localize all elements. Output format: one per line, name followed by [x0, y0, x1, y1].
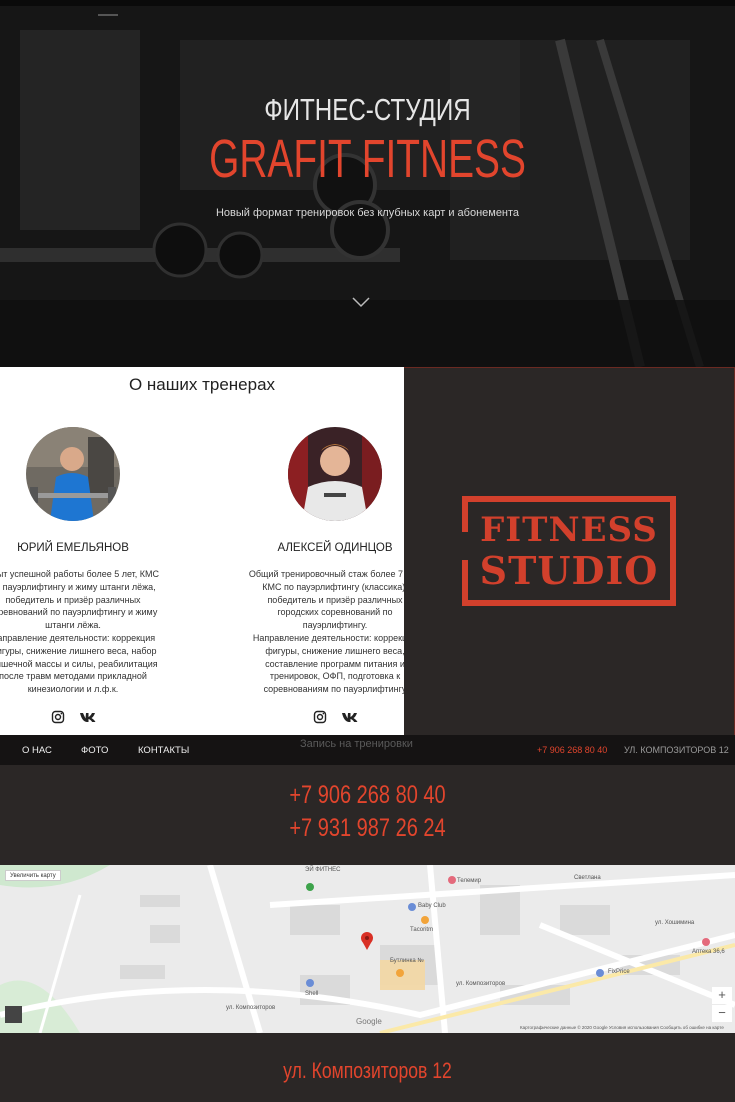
- bio-line: соревнованиям по пауэрлифтингу: [263, 684, 404, 695]
- trainer-card: АЛЕКСЕЙ ОДИНЦОВ Общий тренировочный стаж…: [210, 367, 404, 735]
- logo-line-1: FITNESS: [480, 510, 658, 550]
- hero-top-bar: [0, 0, 735, 6]
- trainer-social-links: [311, 709, 371, 724]
- map-embed[interactable]: Увеличить карту ЭЙ ФИТНЕС Телемир Baby C…: [0, 865, 735, 1033]
- map-label: Аптека 36,6: [692, 949, 725, 955]
- trainer-card: ЮРИЙ ЕМЕЛЬЯНОВ опыт успешной работы боле…: [0, 367, 198, 735]
- trainer-social-links: [49, 709, 109, 724]
- hero-subtitle: ФИТНЕС-СТУДИЯ: [264, 92, 471, 127]
- footer-address: ул. Композиторов 12: [283, 1058, 452, 1083]
- bio-line: по пауэрлифтингу и жиму штанги лёжа,: [0, 581, 156, 592]
- hero-tagline: Новый формат тренировок без клубных карт…: [215, 207, 520, 219]
- bio-line: пауэрлифтингу.: [302, 620, 368, 631]
- avatar: [26, 427, 120, 521]
- trainer-name: ЮРИЙ ЕМЕЛЬЯНОВ: [17, 542, 129, 554]
- nav-phone-link[interactable]: +7 906 268 80 40: [537, 745, 607, 755]
- bio-line: штанги лёжа.: [45, 620, 101, 631]
- nav-item-contacts[interactable]: КОНТАКТЫ: [138, 745, 189, 756]
- map-label: ЭЙ ФИТНЕС: [305, 867, 341, 873]
- map-label: ул. Композиторов: [456, 981, 506, 987]
- phone-link-2[interactable]: +7 931 987 26 24: [74, 814, 662, 843]
- map-label: Shell: [305, 991, 319, 997]
- bio-line: тренировок, ОФП, подготовка к: [269, 671, 401, 682]
- bio-line: после травм методами прикладной: [0, 671, 147, 682]
- bio-line: Направление деятельности: коррекция: [0, 632, 156, 643]
- bio-line: победитель и призёр различных: [267, 594, 403, 605]
- bio-line: КМС по пауэрлифтингу (классика),: [262, 581, 404, 592]
- footer: ул. Композиторов 12: [0, 1033, 735, 1102]
- trainer-bio: опыт успешной работы более 5 лет, КМС по…: [0, 568, 198, 696]
- map-label: Телемир: [457, 878, 482, 884]
- trainer-photo: [288, 427, 382, 521]
- hero-title: GRAFIT FITNESS: [209, 129, 526, 189]
- instagram-icon[interactable]: [313, 709, 327, 724]
- bio-line: Направление деятельности: коррекция: [252, 632, 404, 643]
- trainer-name: АЛЕКСЕЙ ОДИНЦОВ: [277, 542, 393, 554]
- chevron-down-icon[interactable]: [351, 295, 371, 309]
- bio-line: фигуры, снижение лишнего веса,: [265, 645, 404, 656]
- bio-line: соревнований по пауэрлифтингу и жиму: [0, 607, 158, 618]
- phone-link-1[interactable]: +7 906 268 80 40: [74, 781, 662, 810]
- vk-icon[interactable]: [79, 709, 97, 723]
- trainers-section: О наших тренерах ЮРИЙ ЕМЕЛЬЯНОВ опыт усп…: [0, 367, 404, 735]
- nav-item-photo[interactable]: ФОТО: [81, 745, 108, 756]
- map-tiles[interactable]: [0, 865, 735, 1033]
- bio-line: опыт успешной работы более 5 лет, КМС: [0, 569, 160, 579]
- bio-line: кинезиологии и л.ф.к.: [27, 684, 119, 695]
- bio-line: мышечной массы и силы, реабилитация: [0, 658, 158, 669]
- zoom-in-button[interactable]: +: [712, 987, 732, 1004]
- trainer-bio: Общий тренировочный стаж более 7 лет, КМ…: [210, 568, 404, 696]
- map-label: FixPrice: [608, 969, 630, 975]
- map-label: Таcoritm: [410, 927, 434, 933]
- zoom-out-button[interactable]: −: [712, 1005, 732, 1022]
- map-label: Baby Club: [418, 903, 446, 909]
- map-label: Бутлинка №: [390, 958, 424, 964]
- bio-line: городских соревнований по: [277, 607, 393, 618]
- nav-address: УЛ. КОМПОЗИТОРОВ 12: [624, 745, 729, 755]
- avatar: [288, 427, 382, 521]
- vk-icon[interactable]: [341, 709, 359, 723]
- bio-line: фигуры, снижение лишнего веса, набор: [0, 645, 157, 656]
- fitness-studio-logo: FITNESS STUDIO: [462, 496, 676, 606]
- contacts-section: +7 906 268 80 40 +7 931 987 26 24: [0, 765, 735, 865]
- nav-item-about[interactable]: О НАС: [22, 745, 52, 756]
- enlarge-map-button[interactable]: Увеличить карту: [5, 870, 61, 881]
- map-label: Светлана: [574, 875, 601, 881]
- map-attribution: Картографические данные © 2020 Google Ус…: [520, 1025, 724, 1030]
- bio-line: составление программ питания и: [265, 658, 404, 669]
- street-view-icon[interactable]: [5, 1006, 22, 1023]
- main-navbar: О НАС ФОТО КОНТАКТЫ Запись на тренировки…: [0, 735, 735, 765]
- google-logo: Google: [356, 1017, 382, 1026]
- logo-line-2: STUDIO: [479, 548, 659, 593]
- hero-section: ФИТНЕС-СТУДИЯ GRAFIT FITNESS Новый форма…: [0, 0, 735, 367]
- bio-line: Общий тренировочный стаж более 7 лет,: [248, 569, 404, 579]
- map-label: ул. Композиторов: [226, 1005, 276, 1011]
- signup-button[interactable]: Запись на тренировки: [300, 738, 413, 750]
- hero-top-mark: [98, 14, 118, 16]
- instagram-icon[interactable]: [51, 709, 65, 724]
- trainer-photo: [26, 427, 120, 521]
- bio-line: победитель и призёр различных: [5, 594, 141, 605]
- logo-panel: FITNESS STUDIO: [404, 367, 735, 735]
- map-label: ул. Хошимина: [655, 920, 695, 926]
